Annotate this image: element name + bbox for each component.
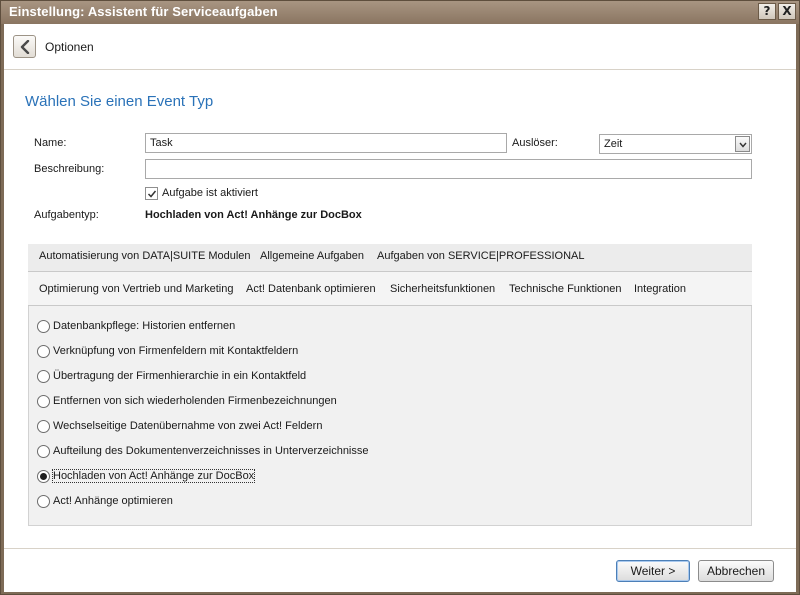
option-label[interactable]: Hochladen von Act! Anhänge zur DocBox (51, 469, 256, 483)
close-button[interactable]: X (778, 3, 796, 20)
task-type-label: Aufgabentyp: (34, 209, 99, 221)
radio-button[interactable] (37, 495, 50, 508)
tab-strip-bottom: Optimierung von Vertrieb und Marketing A… (28, 272, 752, 306)
trigger-dropdown-button[interactable] (735, 136, 750, 152)
radio-button[interactable] (37, 345, 50, 358)
radio-button-selected[interactable] (37, 470, 50, 483)
radio-button[interactable] (37, 420, 50, 433)
active-checkbox[interactable] (145, 187, 158, 200)
tab-integration[interactable]: Integration (634, 283, 686, 295)
radio-button[interactable] (37, 395, 50, 408)
header-label: Optionen (45, 40, 94, 54)
radio-button[interactable] (37, 445, 50, 458)
trigger-select-value: Zeit (604, 138, 623, 150)
tab-optimize-database[interactable]: Act! Datenbank optimieren (246, 283, 376, 295)
option-label[interactable]: Verknüpfung von Firmenfeldern mit Kontak… (53, 345, 298, 357)
tab-automation-data-suite[interactable]: Automatisierung von DATA|SUITE Modulen (39, 250, 251, 262)
title-bar[interactable]: Einstellung: Assistent für Serviceaufgab… (1, 1, 799, 24)
options-panel: Datenbankpflege: Historien entfernen Ver… (28, 306, 752, 526)
radio-button[interactable] (37, 320, 50, 333)
option-label[interactable]: Datenbankpflege: Historien entfernen (53, 320, 235, 332)
wizard-footer: Weiter > Abbrechen (4, 548, 796, 592)
option-label[interactable]: Act! Anhänge optimieren (53, 495, 173, 507)
option-label[interactable]: Wechselseitige Datenübernahme von zwei A… (53, 420, 322, 432)
option-label[interactable]: Übertragung der Firmenhierarchie in ein … (53, 370, 306, 382)
dialog-window: Einstellung: Assistent für Serviceaufgab… (0, 0, 800, 595)
option-label[interactable]: Entfernen von sich wiederholenden Firmen… (53, 395, 337, 407)
dialog-client-area: Optionen Wählen Sie einen Event Typ Name… (4, 24, 796, 592)
tab-general-tasks[interactable]: Allgemeine Aufgaben (260, 250, 364, 262)
name-input[interactable] (145, 133, 507, 153)
next-button[interactable]: Weiter > (616, 560, 690, 582)
description-input[interactable] (145, 159, 752, 179)
back-button[interactable] (13, 35, 36, 58)
description-label: Beschreibung: (34, 163, 105, 175)
name-label: Name: (34, 137, 67, 149)
window-title: Einstellung: Assistent für Serviceaufgab… (9, 4, 278, 19)
task-type-value: Hochladen von Act! Anhänge zur DocBox (145, 209, 362, 221)
tab-strip-top: Automatisierung von DATA|SUITE Modulen A… (28, 244, 752, 272)
tab-technical[interactable]: Technische Funktionen (509, 283, 622, 295)
trigger-select[interactable]: Zeit (599, 134, 752, 154)
tab-sales-marketing[interactable]: Optimierung von Vertrieb und Marketing (39, 283, 233, 295)
wizard-header: Optionen (4, 24, 796, 70)
checkmark-icon (147, 190, 157, 198)
tab-security[interactable]: Sicherheitsfunktionen (390, 283, 495, 295)
chevron-left-icon (20, 40, 30, 54)
chevron-down-icon (739, 142, 747, 148)
radio-button[interactable] (37, 370, 50, 383)
tab-service-professional[interactable]: Aufgaben von SERVICE|PROFESSIONAL (377, 250, 584, 262)
option-label[interactable]: Aufteilung des Dokumentenverzeichnisses … (53, 445, 369, 457)
help-button[interactable]: ? (758, 3, 776, 20)
active-checkbox-label[interactable]: Aufgabe ist aktiviert (162, 187, 258, 199)
page-title: Wählen Sie einen Event Typ (25, 93, 214, 110)
cancel-button[interactable]: Abbrechen (698, 560, 774, 582)
trigger-label: Auslöser: (512, 137, 558, 149)
